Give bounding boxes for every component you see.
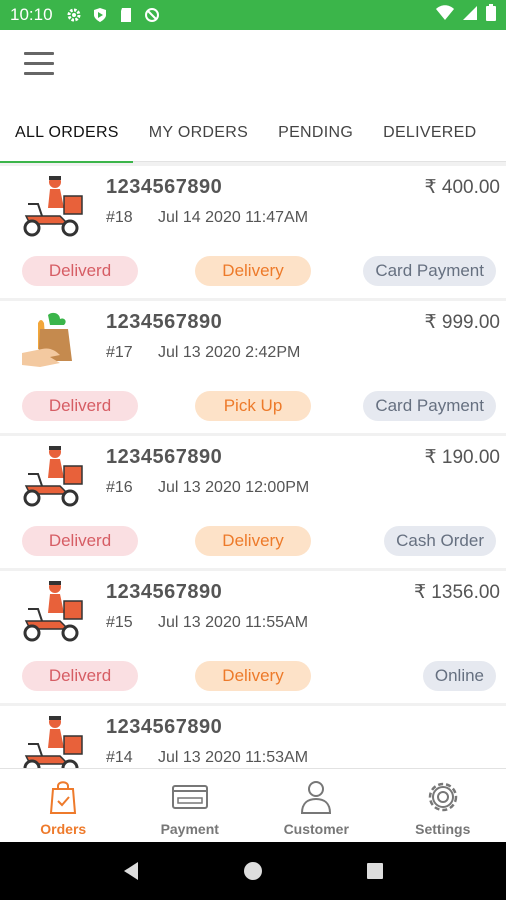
delivery-scooter-icon bbox=[20, 174, 86, 240]
hamburger-menu-icon[interactable] bbox=[24, 52, 54, 78]
system-navigation-bar bbox=[0, 842, 506, 900]
order-number: #14 bbox=[106, 749, 133, 766]
order-card[interactable]: 1234567890 #17 Jul 13 2020 2:42PM ₹ 999.0… bbox=[0, 301, 506, 433]
home-icon[interactable] bbox=[243, 861, 263, 881]
signal-icon bbox=[462, 5, 478, 26]
order-date: Jul 13 2020 11:53AM bbox=[158, 749, 309, 766]
payment-badge[interactable]: Cash Order bbox=[384, 526, 496, 556]
order-amount: ₹ 190.00 bbox=[424, 447, 500, 468]
grocery-bag-icon bbox=[20, 309, 86, 375]
order-card[interactable]: 1234567890 #18 Jul 14 2020 11:47AM ₹ 400.… bbox=[0, 166, 506, 298]
nav-payment[interactable]: Payment bbox=[127, 769, 254, 842]
customer-phone: 1234567890 bbox=[106, 581, 223, 603]
nav-settings[interactable]: Settings bbox=[380, 769, 506, 842]
app-toolbar bbox=[0, 30, 506, 105]
bottom-navigation: Orders Payment Customer Settings bbox=[0, 768, 506, 842]
nav-payment-label: Payment bbox=[160, 821, 219, 837]
order-type-badge[interactable]: Pick Up bbox=[195, 391, 311, 421]
order-card[interactable]: 1234567890 #16 Jul 13 2020 12:00PM ₹ 190.… bbox=[0, 436, 506, 568]
status-badge[interactable]: Deliverd bbox=[22, 661, 138, 691]
recents-icon[interactable] bbox=[366, 862, 384, 880]
status-badge[interactable]: Deliverd bbox=[22, 391, 138, 421]
shopping-bag-icon bbox=[50, 781, 77, 814]
payment-badge[interactable]: Card Payment bbox=[363, 391, 496, 421]
order-type-badge[interactable]: Delivery bbox=[195, 256, 311, 286]
tab-my-orders[interactable]: MY ORDERS bbox=[149, 105, 248, 162]
status-time: 10:10 bbox=[10, 5, 53, 24]
tab-pending[interactable]: PENDING bbox=[278, 105, 353, 162]
order-date: Jul 14 2020 11:47AM bbox=[158, 209, 309, 226]
payment-badge[interactable]: Online bbox=[422, 661, 496, 691]
order-number: #15 bbox=[106, 614, 133, 631]
order-date: Jul 13 2020 2:42PM bbox=[158, 344, 301, 361]
order-number: #16 bbox=[106, 479, 133, 496]
status-badge[interactable]: Deliverd bbox=[22, 526, 138, 556]
order-number: #17 bbox=[106, 344, 133, 361]
customer-phone: 1234567890 bbox=[106, 716, 223, 738]
delivery-scooter-icon bbox=[20, 444, 86, 510]
back-icon[interactable] bbox=[122, 861, 140, 881]
sdcard-status-icon bbox=[117, 6, 135, 24]
order-type-badge[interactable]: Delivery bbox=[195, 526, 311, 556]
wifi-icon bbox=[436, 4, 454, 26]
order-tabs: ALL ORDERS MY ORDERS PENDING DELIVERED bbox=[0, 105, 506, 163]
battery-icon bbox=[486, 4, 496, 26]
payment-badge[interactable]: Card Payment bbox=[363, 256, 496, 286]
orders-list: 1234567890 #18 Jul 14 2020 11:47AM ₹ 400.… bbox=[0, 166, 506, 768]
delivery-scooter-icon bbox=[20, 714, 86, 768]
nav-orders[interactable]: Orders bbox=[0, 769, 127, 842]
customer-phone: 1234567890 bbox=[106, 311, 223, 333]
order-amount: ₹ 999.00 bbox=[424, 312, 500, 333]
shield-status-icon bbox=[91, 6, 109, 24]
order-card[interactable]: 1234567890 #14 Jul 13 2020 11:53AM bbox=[0, 706, 506, 768]
user-icon bbox=[301, 781, 332, 814]
nav-settings-label: Settings bbox=[415, 821, 471, 837]
nav-orders-label: Orders bbox=[40, 821, 87, 837]
order-type-badge[interactable]: Delivery bbox=[195, 661, 311, 691]
order-date: Jul 13 2020 11:55AM bbox=[158, 614, 309, 631]
order-date: Jul 13 2020 12:00PM bbox=[158, 479, 310, 496]
nav-customer[interactable]: Customer bbox=[253, 769, 380, 842]
order-card[interactable]: 1234567890 #15 Jul 13 2020 11:55AM ₹ 1356… bbox=[0, 571, 506, 703]
nav-customer-label: Customer bbox=[283, 821, 349, 837]
order-number: #18 bbox=[106, 209, 133, 226]
order-amount: ₹ 400.00 bbox=[424, 177, 500, 198]
customer-phone: 1234567890 bbox=[106, 176, 223, 198]
order-amount: ₹ 1356.00 bbox=[413, 582, 500, 603]
gear-icon bbox=[428, 782, 457, 812]
delivery-scooter-icon bbox=[20, 579, 86, 645]
tab-delivered[interactable]: DELIVERED bbox=[383, 105, 476, 162]
tab-all-orders[interactable]: ALL ORDERS bbox=[0, 105, 133, 163]
card-icon bbox=[171, 785, 208, 809]
status-bar: 10:10 bbox=[0, 0, 506, 30]
settings-status-icon bbox=[65, 6, 83, 24]
no-disturb-status-icon bbox=[143, 6, 161, 24]
customer-phone: 1234567890 bbox=[106, 446, 223, 468]
status-badge[interactable]: Deliverd bbox=[22, 256, 138, 286]
